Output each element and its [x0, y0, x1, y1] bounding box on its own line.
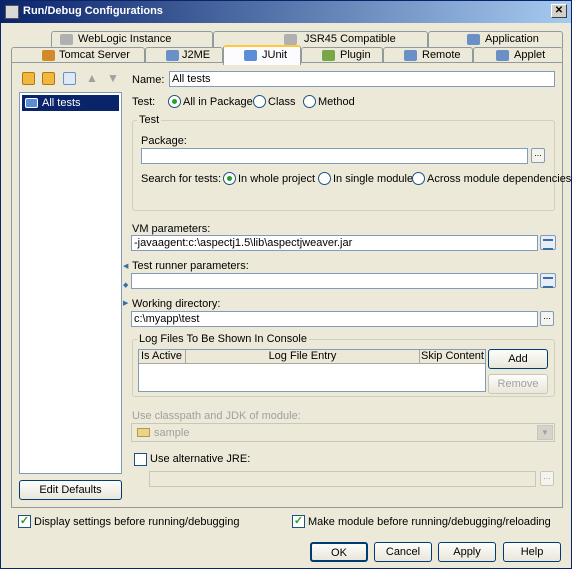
run-debug-dialog: Run/Debug Configurations ✕ WebLogic Inst… — [0, 0, 572, 569]
test-runner-expand-icon[interactable] — [540, 273, 556, 288]
tab-label: JUnit — [262, 49, 288, 61]
classpath-module-label: Use classpath and JDK of module: — [132, 410, 301, 422]
move-down-icon[interactable]: ▼ — [107, 71, 119, 85]
ok-button[interactable]: OK — [310, 542, 368, 562]
module-dependencies-label[interactable]: Across module dependencies — [427, 173, 571, 185]
window-title: Run/Debug Configurations — [23, 5, 163, 17]
working-directory-label: Working directory: — [132, 298, 221, 310]
add-log-button[interactable]: Add — [488, 349, 548, 369]
use-alternative-jre-checkbox[interactable] — [134, 453, 147, 466]
tab-weblogic-instance[interactable]: WebLogic Instance — [51, 31, 213, 48]
whole-project-label[interactable]: In whole project — [238, 173, 315, 185]
copy-icon[interactable] — [63, 72, 76, 85]
vm-parameters-input[interactable]: -javaagent:c:\aspectj1.5\lib\aspectjweav… — [131, 235, 538, 251]
help-button[interactable]: Help — [503, 542, 561, 562]
class-radio[interactable] — [253, 95, 266, 108]
display-settings-checkbox[interactable]: ✓ — [18, 515, 31, 528]
test-runner-input[interactable] — [131, 273, 538, 289]
jsr45-icon — [284, 34, 297, 45]
method-radio[interactable] — [303, 95, 316, 108]
test-group — [132, 120, 555, 211]
log-file-entry-column[interactable]: Log File Entry — [186, 350, 420, 364]
junit-icon — [244, 50, 257, 61]
add-icon[interactable] — [22, 72, 35, 85]
application-icon — [467, 34, 480, 45]
use-alternative-jre-label[interactable]: Use alternative JRE: — [150, 453, 250, 465]
tab-label: WebLogic Instance — [78, 33, 172, 45]
tab-label: Plugin — [340, 49, 371, 61]
tomcat-icon — [42, 50, 55, 61]
move-up-icon[interactable]: ▲ — [86, 71, 98, 85]
edit-defaults-button[interactable]: Edit Defaults — [19, 480, 122, 500]
log-files-title: Log Files To Be Shown In Console — [137, 333, 309, 345]
list-item-label: All tests — [42, 97, 81, 109]
list-item[interactable]: All tests — [22, 95, 119, 111]
name-label: Name: — [132, 74, 165, 86]
package-input[interactable] — [141, 148, 528, 164]
splitter-expand-icon[interactable]: ◆ — [123, 281, 128, 289]
tab-label: Remote — [422, 49, 461, 61]
close-icon[interactable]: ✕ — [551, 4, 567, 18]
display-settings-label[interactable]: Display settings before running/debuggin… — [34, 516, 239, 528]
whole-project-radio[interactable] — [223, 172, 236, 185]
single-module-radio[interactable] — [318, 172, 331, 185]
class-label[interactable]: Class — [268, 96, 296, 108]
j2me-icon — [166, 50, 179, 61]
skip-content-column[interactable]: Skip Content — [420, 350, 485, 364]
remove-log-button[interactable]: Remove — [488, 374, 548, 394]
tab-application[interactable]: Application — [428, 31, 563, 48]
apply-button[interactable]: Apply — [438, 542, 496, 562]
working-directory-browse-button[interactable]: ... — [540, 311, 554, 326]
title-bar: Run/Debug Configurations ✕ — [1, 1, 571, 23]
splitter-marker-icon[interactable]: ▶ — [123, 299, 128, 307]
make-module-checkbox[interactable]: ✓ — [292, 515, 305, 528]
tab-label: Application — [485, 33, 539, 45]
tab-label: Tomcat Server — [59, 49, 130, 61]
module-select-value: sample — [154, 427, 190, 439]
applet-icon — [496, 50, 509, 61]
module-folder-icon — [137, 428, 150, 437]
tab-label: J2ME — [182, 49, 211, 61]
weblogic-icon — [60, 34, 73, 45]
test-kind-label: Test: — [132, 96, 156, 108]
name-input[interactable]: All tests — [169, 71, 555, 87]
junit-config-icon — [25, 98, 38, 108]
chevron-down-icon[interactable]: ▼ — [537, 425, 553, 440]
all-in-package-radio[interactable] — [168, 95, 181, 108]
alternative-jre-input[interactable] — [149, 471, 536, 487]
package-label: Package: — [141, 135, 187, 147]
tab-junit[interactable]: JUnit — [223, 45, 301, 65]
configuration-list[interactable]: All tests — [19, 92, 122, 474]
make-module-label[interactable]: Make module before running/debugging/rel… — [308, 516, 551, 528]
plugin-icon — [322, 50, 335, 61]
is-active-column[interactable]: Is Active — [139, 350, 186, 364]
package-browse-button[interactable]: ... — [531, 148, 545, 163]
module-dependencies-radio[interactable] — [412, 172, 425, 185]
alternative-jre-browse-button[interactable]: ... — [540, 471, 554, 486]
splitter-collapse-icon[interactable]: ◀ — [123, 262, 128, 270]
remove-icon[interactable] — [42, 72, 55, 85]
search-for-tests-label: Search for tests: — [141, 173, 222, 185]
log-files-table[interactable]: Is Active Log File Entry Skip Content — [138, 349, 486, 392]
test-group-title: Test — [137, 114, 162, 126]
test-runner-label: Test runner parameters: — [132, 260, 249, 272]
app-icon — [5, 5, 19, 19]
method-label[interactable]: Method — [318, 96, 355, 108]
all-in-package-label[interactable]: All in Package — [183, 96, 253, 108]
single-module-label[interactable]: In single module — [333, 173, 413, 185]
vm-parameters-label: VM parameters: — [132, 223, 211, 235]
vm-parameters-expand-icon[interactable] — [540, 235, 556, 250]
tab-label: Applet — [514, 49, 546, 61]
module-select[interactable]: sample ▼ — [131, 423, 555, 442]
remote-icon — [404, 50, 417, 61]
working-directory-input[interactable]: c:\myapp\test — [131, 311, 538, 327]
cancel-button[interactable]: Cancel — [374, 542, 432, 562]
